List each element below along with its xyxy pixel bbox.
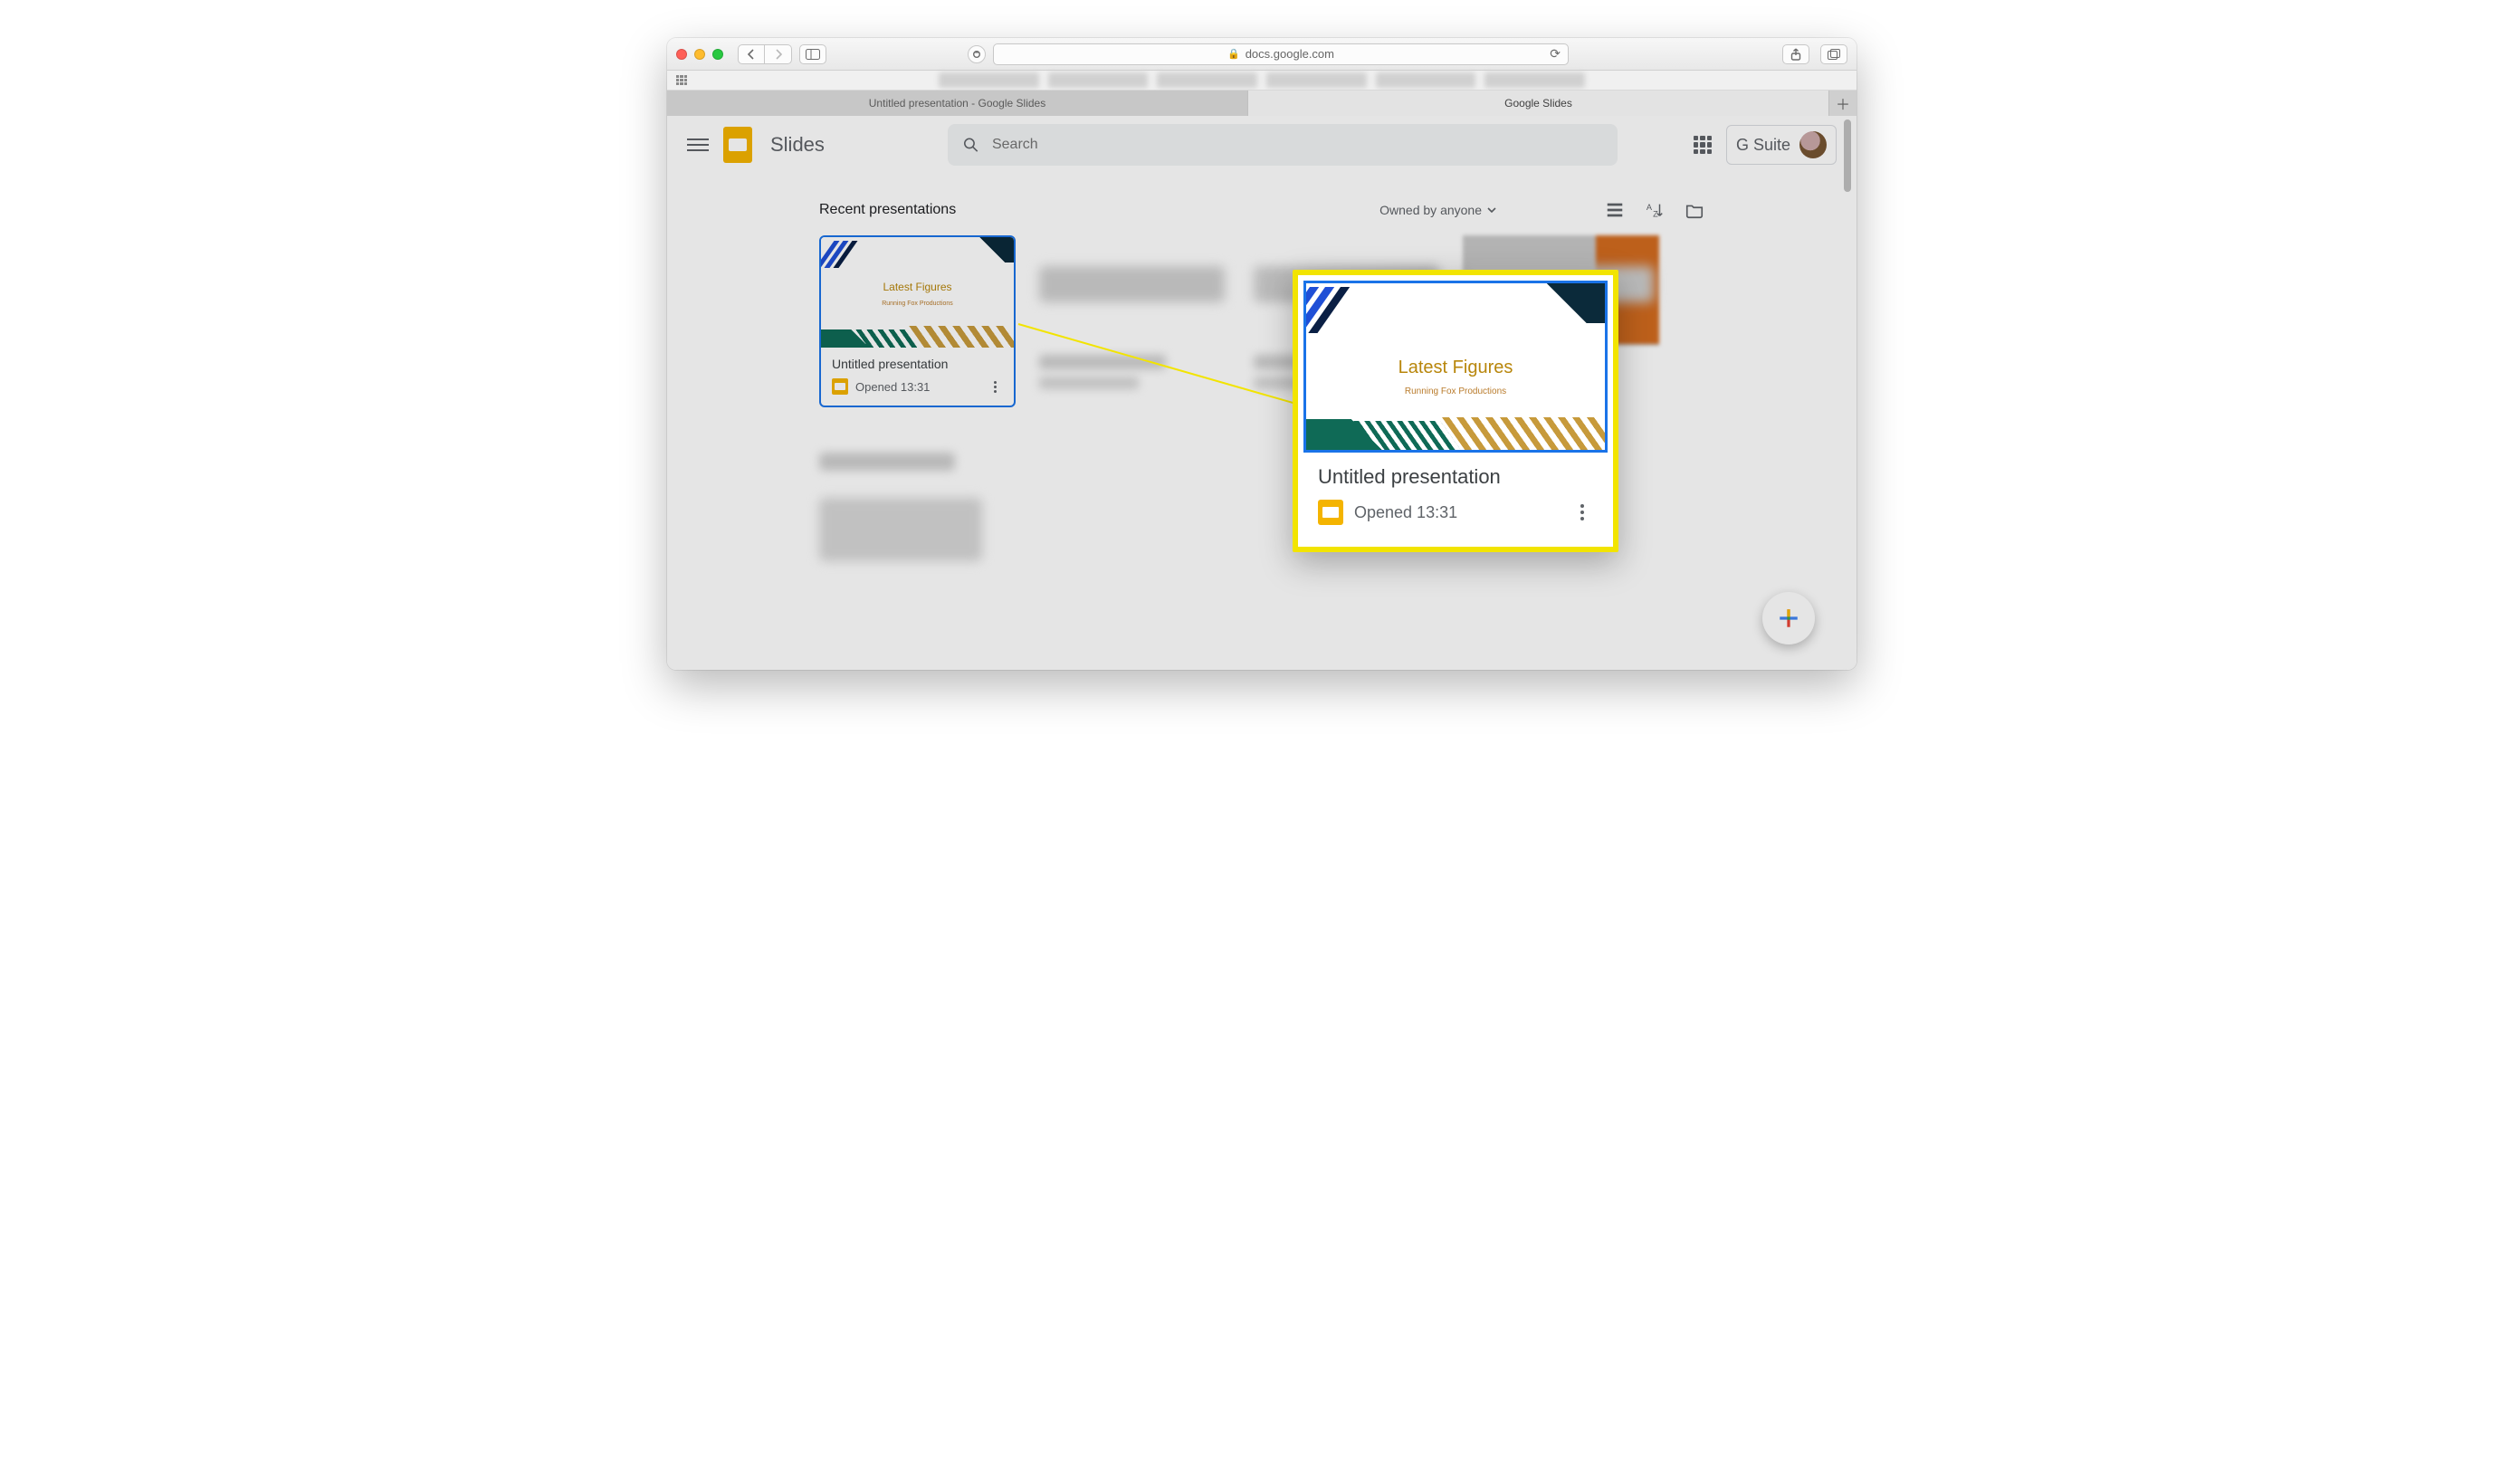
- vertical-scrollbar[interactable]: [1842, 116, 1853, 670]
- blurred-favorites: [939, 72, 1585, 88]
- refresh-icon[interactable]: ⟳: [1550, 46, 1561, 62]
- open-file-picker-icon[interactable]: [1685, 200, 1704, 220]
- avatar[interactable]: [1799, 131, 1827, 158]
- section-title: Recent presentations: [819, 202, 956, 218]
- callout-more-button[interactable]: [1571, 501, 1593, 523]
- plus-icon: [1777, 606, 1800, 630]
- presentation-name: Untitled presentation: [832, 357, 1003, 371]
- app-name: Slides: [770, 133, 825, 157]
- search-icon: [962, 136, 979, 154]
- tab-label: Untitled presentation - Google Slides: [869, 97, 1045, 110]
- slides-header: Slides G Suite: [667, 116, 1857, 174]
- view-toolbar: AZ: [1605, 200, 1704, 220]
- address-bar[interactable]: 🔒 docs.google.com ⟳: [993, 43, 1569, 65]
- search-field[interactable]: [948, 124, 1618, 166]
- main-menu-button[interactable]: [687, 134, 709, 156]
- callout-opened-time: Opened 13:31: [1354, 503, 1457, 522]
- google-apps-button[interactable]: [1694, 136, 1712, 154]
- safari-tabs: Untitled presentation - Google Slides Go…: [667, 91, 1857, 116]
- callout-presentation-name: Untitled presentation: [1318, 465, 1593, 489]
- ownership-filter-label: Owned by anyone: [1379, 203, 1482, 217]
- reader-button[interactable]: [968, 45, 986, 63]
- gsuite-account-chip[interactable]: G Suite: [1726, 125, 1837, 165]
- presentation-card[interactable]: Latest Figures Running Fox Productions U…: [819, 235, 1016, 407]
- blurred-row: [819, 444, 1000, 597]
- zoom-window-button[interactable]: [712, 49, 723, 60]
- chevron-down-icon: [1487, 207, 1496, 213]
- callout-thumbnail[interactable]: Latest Figures Running Fox Productions: [1303, 281, 1608, 453]
- forward-button[interactable]: [765, 44, 792, 64]
- tabs-overview-button[interactable]: [1820, 44, 1847, 64]
- blurred-card: [819, 444, 1000, 597]
- close-window-button[interactable]: [676, 49, 687, 60]
- search-input[interactable]: [992, 137, 1603, 153]
- share-button[interactable]: [1782, 44, 1809, 64]
- sidebar-toggle-button[interactable]: [799, 44, 826, 64]
- lock-icon: 🔒: [1227, 48, 1240, 60]
- svg-text:A: A: [1647, 203, 1653, 212]
- tab-google-slides[interactable]: Google Slides: [1248, 91, 1829, 116]
- slides-logo-icon[interactable]: [723, 127, 752, 163]
- tab-untitled-presentation[interactable]: Untitled presentation - Google Slides: [667, 91, 1248, 116]
- slides-file-icon: [1318, 500, 1343, 525]
- favorites-bar: [667, 71, 1857, 91]
- slide-subtitle: Running Fox Productions: [821, 301, 1014, 307]
- slides-file-icon: [832, 378, 848, 395]
- back-button[interactable]: [738, 44, 765, 64]
- callout-slide-subtitle: Running Fox Productions: [1306, 387, 1605, 396]
- presentation-thumbnail[interactable]: Latest Figures Running Fox Productions: [821, 237, 1014, 348]
- gsuite-label: G Suite: [1736, 136, 1790, 155]
- callout-card: Latest Figures Running Fox Productions U…: [1293, 270, 1618, 552]
- slide-title: Latest Figures: [821, 281, 1014, 293]
- ownership-filter-dropdown[interactable]: Owned by anyone: [1379, 203, 1496, 217]
- list-view-icon[interactable]: [1605, 200, 1625, 220]
- tab-label: Google Slides: [1504, 97, 1572, 110]
- safari-window: 🔒 docs.google.com ⟳: [667, 38, 1857, 670]
- card-more-button[interactable]: [987, 378, 1003, 395]
- safari-titlebar: 🔒 docs.google.com ⟳: [667, 38, 1857, 71]
- url-host: docs.google.com: [1246, 47, 1334, 61]
- sort-az-icon[interactable]: AZ: [1645, 200, 1665, 220]
- opened-time: Opened 13:31: [855, 380, 930, 394]
- show-favorites-icon[interactable]: [676, 75, 687, 86]
- window-controls: [676, 49, 723, 60]
- new-tab-button[interactable]: ＋: [1829, 91, 1857, 116]
- section-row: Recent presentations Owned by anyone AZ: [819, 194, 1704, 226]
- blurred-card: [1034, 235, 1230, 407]
- new-presentation-fab[interactable]: [1762, 592, 1815, 644]
- callout-slide-title: Latest Figures: [1306, 358, 1605, 378]
- minimize-window-button[interactable]: [694, 49, 705, 60]
- nav-back-forward: [738, 44, 792, 64]
